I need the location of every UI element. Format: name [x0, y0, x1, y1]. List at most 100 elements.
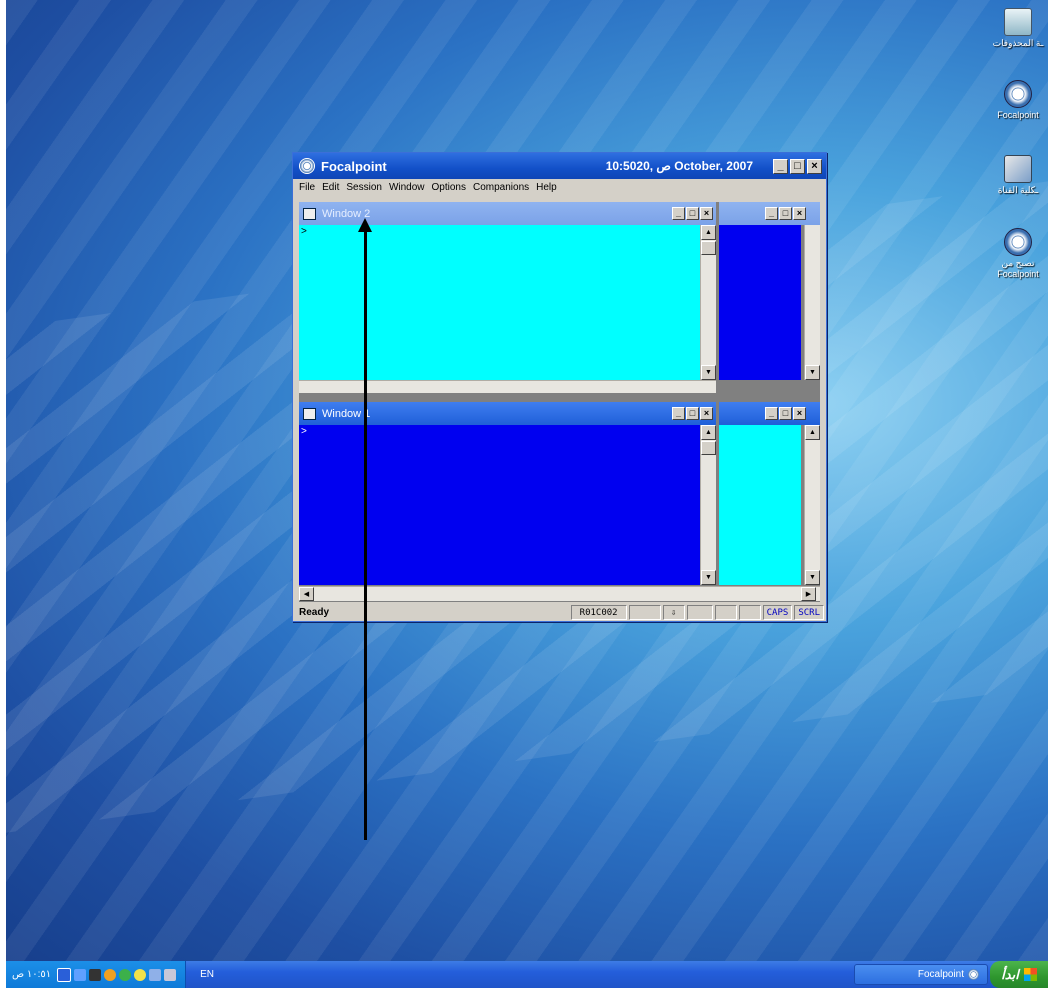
- terminal-icon: [303, 407, 316, 420]
- focalpoint-globe-icon: [968, 969, 979, 980]
- focalpoint-globe-icon: [1004, 80, 1032, 108]
- recycle-bin-icon: [1004, 8, 1032, 36]
- menu-file[interactable]: File: [299, 182, 315, 193]
- menu-companions[interactable]: Companions: [473, 182, 529, 193]
- window-1-minimize-button[interactable]: _: [672, 407, 685, 420]
- window-1-screen[interactable]: >: [299, 425, 701, 585]
- status-empty-box: [628, 605, 661, 620]
- window-2-right-titlebar[interactable]: _ □ ×: [719, 202, 820, 225]
- scroll-up-arrow-icon[interactable]: ▲: [701, 425, 716, 440]
- window-1-vertical-scrollbar[interactable]: ▲ ▼: [700, 425, 716, 585]
- window-2-horizontal-scrollbar[interactable]: [299, 380, 716, 393]
- status-caps: CAPS: [762, 605, 793, 620]
- window-2-close-button[interactable]: ×: [700, 207, 713, 220]
- language-indicator[interactable]: EN: [200, 969, 214, 980]
- window-2-maximize-button[interactable]: □: [686, 207, 699, 220]
- windows-logo-icon: [1023, 968, 1037, 981]
- messenger-icon[interactable]: [74, 968, 87, 981]
- terminal-icon: [303, 207, 316, 220]
- desktop-icon-shortcut[interactable]: ـكلية القناة: [988, 155, 1048, 196]
- desktop-icon-recycle-bin[interactable]: ـة المحذوفات: [988, 8, 1048, 49]
- update-icon[interactable]: [119, 968, 132, 981]
- window-2-right-maximize-button[interactable]: □: [779, 207, 792, 220]
- window-2-right-minimize-button[interactable]: _: [765, 207, 778, 220]
- maximize-button[interactable]: □: [790, 158, 805, 174]
- menu-help[interactable]: Help: [536, 182, 557, 193]
- scroll-down-arrow-icon[interactable]: ▼: [805, 570, 820, 585]
- scroll-down-arrow-icon[interactable]: ▼: [701, 570, 716, 585]
- window-1-right-close-button[interactable]: ×: [793, 407, 806, 420]
- desktop-icon-focalpoint-copy[interactable]: تصبح من Focalpoint: [988, 228, 1048, 280]
- focalpoint-window: Focalpoint 10:50ص ,20 October, 2007 _ □ …: [292, 152, 827, 622]
- taskbar-clock[interactable]: ١٠:٥١ ص: [12, 969, 51, 980]
- security-icon[interactable]: [104, 968, 117, 981]
- window-1-close-button[interactable]: ×: [700, 407, 713, 420]
- scroll-up-arrow-icon[interactable]: ▲: [805, 425, 820, 440]
- app-titlebar[interactable]: Focalpoint 10:50ص ,20 October, 2007 _ □ …: [293, 153, 826, 179]
- system-tray: ١٠:٥١ ص: [6, 961, 187, 988]
- scroll-right-arrow-icon[interactable]: ▶: [801, 587, 816, 601]
- annotation-arrow-head: [358, 218, 372, 232]
- mdi-client-area: Window 2 _ □ × > ▲ ▼ _ □ × ▼ Window 1 _ …: [299, 202, 820, 602]
- window-1-maximize-button[interactable]: □: [686, 407, 699, 420]
- focalpoint-app-icon[interactable]: [299, 158, 315, 174]
- window-1-right-titlebar[interactable]: _ □ ×: [719, 402, 820, 425]
- scroll-thumb[interactable]: [701, 441, 716, 455]
- focalpoint-globe-icon: [1004, 228, 1032, 256]
- window-1-right-screen[interactable]: [719, 425, 801, 585]
- window-2-title: Window 2: [322, 207, 371, 220]
- minimize-button[interactable]: _: [773, 158, 788, 174]
- menu-edit[interactable]: Edit: [322, 182, 339, 193]
- window-2-minimize-button[interactable]: _: [672, 207, 685, 220]
- status-ready: Ready: [299, 607, 330, 618]
- menu-options[interactable]: Options: [432, 182, 466, 193]
- antivirus-icon[interactable]: [134, 968, 147, 981]
- menu-session[interactable]: Session: [346, 182, 382, 193]
- window-2-right-vertical-scrollbar[interactable]: ▼: [804, 225, 820, 380]
- status-scrl: SCRL: [794, 605, 824, 620]
- annotation-arrow-line: [364, 228, 367, 840]
- window-1-right-maximize-button[interactable]: □: [779, 407, 792, 420]
- app-datetime: 10:50ص ,20 October, 2007: [605, 159, 753, 173]
- window-2-right-pane[interactable]: _ □ × ▼: [719, 202, 820, 392]
- window-1-right-minimize-button[interactable]: _: [765, 407, 778, 420]
- window-1-right-pane[interactable]: _ □ × ▲ ▼: [719, 402, 820, 586]
- status-download-icon: ⇩: [662, 605, 685, 620]
- scroll-left-arrow-icon[interactable]: ◀: [299, 587, 314, 601]
- window-2-vertical-scrollbar[interactable]: ▲ ▼: [700, 225, 716, 380]
- desktop-icon-label: تصبح من Focalpoint: [997, 258, 1039, 279]
- window-1-right-vertical-scrollbar[interactable]: ▲ ▼: [804, 425, 820, 585]
- window-1-pane[interactable]: Window 1 _ □ × > ▲ ▼: [299, 402, 716, 586]
- scroll-down-arrow-icon[interactable]: ▼: [701, 365, 716, 380]
- desktop-icon-label: Focalpoint: [997, 110, 1039, 120]
- window-1-prompt: >: [301, 426, 307, 437]
- scroll-up-arrow-icon[interactable]: ▲: [701, 225, 716, 240]
- window-2-right-screen[interactable]: [719, 225, 801, 380]
- volume-icon[interactable]: [89, 968, 102, 981]
- window-2-screen[interactable]: >: [299, 225, 701, 380]
- taskbar: ١٠:٥١ ص EN Focalpoint ابدأ: [6, 961, 1048, 988]
- status-cursor-position: R01C002: [570, 605, 627, 620]
- window-1-title: Window 1: [322, 407, 371, 420]
- main-horizontal-scrollbar[interactable]: ◀ ▶: [299, 586, 820, 601]
- desktop-icon-label: ـكلية القناة: [997, 185, 1039, 195]
- window-2-prompt: >: [301, 226, 307, 237]
- status-empty-box: [686, 605, 713, 620]
- shortcut-window-icon: [1004, 155, 1032, 183]
- start-button[interactable]: ابدأ: [990, 961, 1048, 988]
- display-icon[interactable]: [149, 968, 162, 981]
- scroll-down-arrow-icon[interactable]: ▼: [805, 365, 820, 380]
- network-icon[interactable]: [57, 967, 72, 982]
- desktop-icon-focalpoint[interactable]: Focalpoint: [988, 80, 1048, 121]
- printer-icon[interactable]: [164, 968, 177, 981]
- scroll-thumb[interactable]: [701, 241, 716, 255]
- status-bar: Ready R01C002 ⇩ CAPS SCRL: [293, 604, 826, 621]
- taskbar-focalpoint-button[interactable]: Focalpoint: [854, 964, 988, 985]
- desktop-icon-label: ـة المحذوفات: [992, 38, 1044, 48]
- menu-window[interactable]: Window: [389, 182, 425, 193]
- close-button[interactable]: ×: [807, 158, 822, 174]
- window-1-titlebar[interactable]: Window 1 _ □ ×: [299, 402, 716, 425]
- status-empty-box: [714, 605, 737, 620]
- window-2-right-close-button[interactable]: ×: [793, 207, 806, 220]
- menu-bar: File Edit Session Window Options Compani…: [293, 179, 826, 196]
